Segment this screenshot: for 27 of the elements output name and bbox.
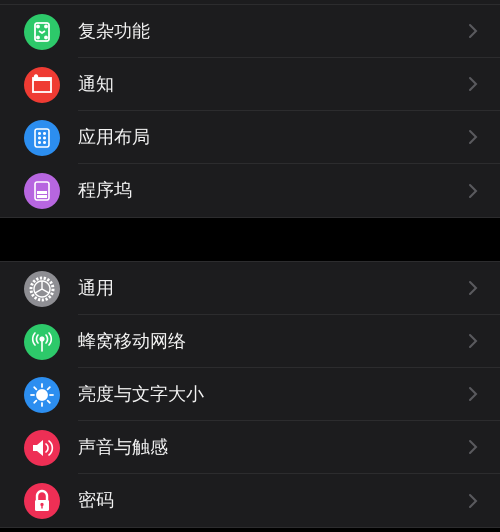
row-label: 声音与触感 (78, 436, 169, 460)
chevron-icon (468, 492, 478, 508)
row-label: 通用 (78, 276, 115, 300)
chevron-icon (468, 439, 478, 455)
chevron-icon (468, 182, 478, 198)
settings-row[interactable]: 通知 (0, 58, 500, 111)
row-label: 程序坞 (78, 179, 133, 203)
row-label: 密码 (78, 489, 115, 513)
chevron-icon (468, 386, 478, 402)
settings-row[interactable]: 通用 (0, 262, 500, 315)
row-label: 复杂功能 (78, 20, 151, 44)
settings-row[interactable]: 亮度与文字大小 (0, 368, 500, 421)
settings-row[interactable]: 密码 (0, 474, 500, 527)
chevron-icon (468, 76, 478, 92)
row-label: 蜂窝移动网络 (78, 330, 187, 354)
row-label: 亮度与文字大小 (78, 382, 205, 406)
chevron-icon (468, 280, 478, 296)
chevron-icon (468, 23, 478, 39)
chevron-icon (468, 333, 478, 349)
settings-row[interactable]: 复杂功能 (0, 5, 500, 58)
settings-row[interactable]: 声音与触感 (0, 421, 500, 474)
chevron-icon (468, 129, 478, 145)
settings-row[interactable]: 应用布局 (0, 111, 500, 164)
row-label: 应用布局 (78, 126, 151, 150)
settings-row[interactable]: 程序坞 (0, 164, 500, 217)
settings-row[interactable]: 蜂窝移动网络 (0, 315, 500, 368)
row-label: 通知 (78, 72, 115, 96)
